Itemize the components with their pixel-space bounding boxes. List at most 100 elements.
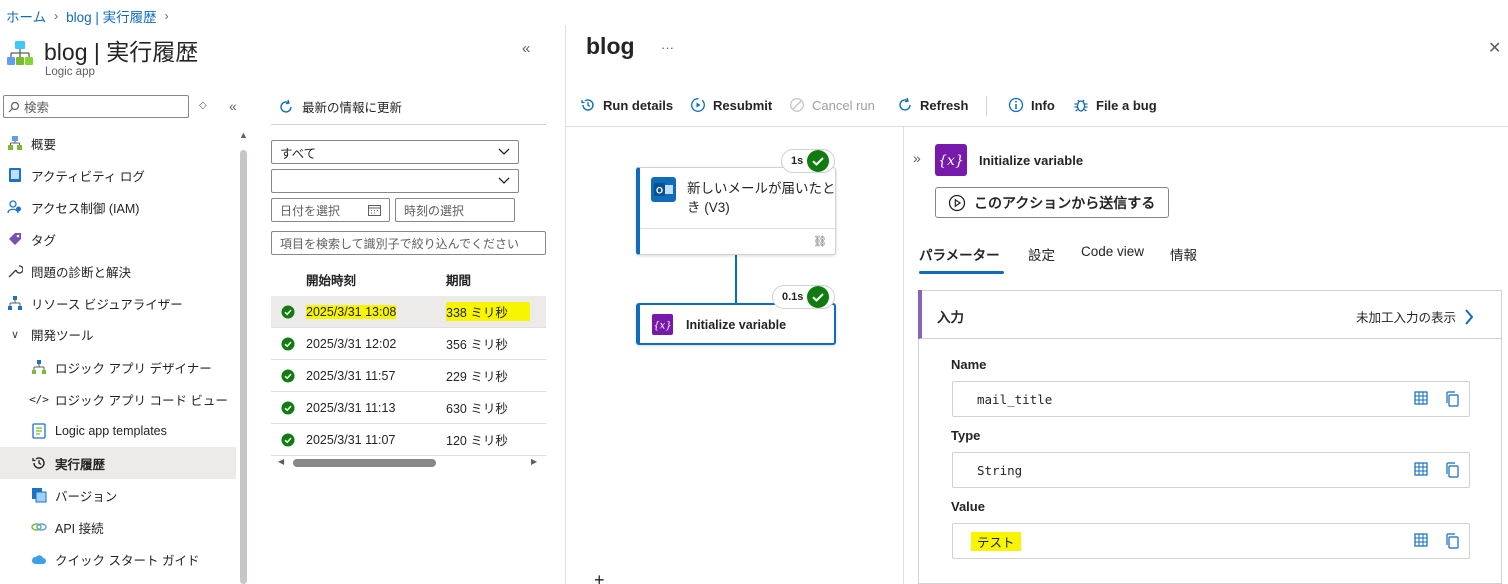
nav-item-visualizer[interactable]: リソース ビジュアライザー bbox=[0, 287, 236, 319]
nav-item-run-history[interactable]: 実行履歴 bbox=[0, 447, 236, 479]
node-footer: ⛓ bbox=[640, 228, 835, 248]
run-duration: 338 ミリ秒 bbox=[446, 302, 530, 321]
nav-item-code-view[interactable]: </> ロジック アプリ コード ビュー bbox=[0, 383, 236, 415]
refresh-icon bbox=[278, 99, 294, 115]
table-view-icon[interactable] bbox=[1414, 462, 1428, 478]
show-raw-inputs-link[interactable]: 未加工入力の表示 bbox=[1356, 307, 1474, 326]
trigger-title: 新しいメールが届いたとき (V3) bbox=[687, 181, 836, 215]
calendar-icon bbox=[368, 204, 381, 216]
history-icon bbox=[30, 454, 48, 472]
time-placeholder: 時刻の選択 bbox=[404, 203, 465, 218]
chevron-down-icon: ∨ bbox=[10, 328, 20, 341]
initialize-variable-node[interactable]: {x} Initialize variable bbox=[636, 303, 836, 345]
variable-icon: {x} bbox=[652, 314, 673, 335]
trigger-node[interactable]: O 新しいメールが届いたとき (V3) ⛓ bbox=[636, 167, 836, 255]
trigger-duration: 1s bbox=[791, 155, 804, 167]
add-step-button[interactable]: + bbox=[594, 570, 605, 584]
time-picker[interactable]: 時刻の選択 bbox=[395, 198, 515, 222]
run-search-input[interactable]: 項目を検索して識別子で絞り込んでください bbox=[271, 231, 546, 255]
tab-info[interactable]: 情報 bbox=[1170, 244, 1197, 264]
double-chevron-left-icon[interactable]: « bbox=[229, 98, 237, 114]
svg-text:{x}: {x} bbox=[653, 321, 671, 332]
table-row[interactable]: 2025/3/31 12:02 356 ミリ秒 bbox=[271, 328, 546, 360]
copy-icon[interactable] bbox=[1445, 391, 1459, 407]
copy-icon[interactable] bbox=[1445, 462, 1459, 478]
table-view-icon[interactable] bbox=[1414, 533, 1428, 549]
column-header-duration[interactable]: 期間 bbox=[446, 270, 471, 289]
nav-item-diagnose[interactable]: 問題の診断と解決 bbox=[0, 255, 236, 287]
nav-label: クイック スタート ガイド bbox=[55, 553, 200, 568]
cancel-icon bbox=[789, 97, 805, 113]
nav-label: 実行履歴 bbox=[55, 457, 106, 472]
search-placeholder: 検索 bbox=[24, 101, 50, 115]
double-chevron-left-icon[interactable]: « bbox=[522, 40, 530, 57]
table-row[interactable]: 2025/3/31 11:07 120 ミリ秒 bbox=[271, 424, 546, 456]
nav-item-tags[interactable]: タグ bbox=[0, 223, 236, 255]
expand-collapse-icon[interactable]: ◇ bbox=[199, 100, 207, 111]
versions-icon bbox=[30, 486, 48, 504]
scroll-up-icon[interactable]: ▲ bbox=[239, 130, 248, 140]
table-row[interactable]: 2025/3/31 11:57 229 ミリ秒 bbox=[271, 360, 546, 392]
play-circle-icon bbox=[948, 194, 966, 212]
close-icon[interactable]: ✕ bbox=[1488, 38, 1501, 58]
link-icon: ⛓ bbox=[813, 236, 827, 248]
nav-group-dev-tools[interactable]: ∨ 開発ツール bbox=[0, 318, 236, 350]
table-view-icon[interactable] bbox=[1414, 391, 1428, 407]
secondary-filter-dropdown[interactable] bbox=[271, 169, 519, 193]
type-field[interactable]: String bbox=[952, 452, 1470, 488]
tab-settings[interactable]: 設定 bbox=[1028, 244, 1055, 264]
status-filter-dropdown[interactable]: すべて bbox=[271, 140, 519, 164]
nav-item-templates[interactable]: Logic app templates bbox=[0, 415, 236, 447]
run-details-button[interactable]: Run details bbox=[580, 97, 673, 113]
copy-icon[interactable] bbox=[1445, 533, 1459, 549]
refresh-button[interactable]: Refresh bbox=[897, 97, 968, 113]
nav-label: バージョン bbox=[55, 489, 118, 504]
value-field[interactable]: テスト bbox=[952, 523, 1470, 559]
more-options-icon[interactable]: ··· bbox=[661, 40, 674, 55]
nav-label: アクティビティ ログ bbox=[31, 169, 145, 184]
table-row[interactable]: 2025/3/31 11:13 630 ミリ秒 bbox=[271, 392, 546, 424]
resubmit-button[interactable]: Resubmit bbox=[690, 97, 772, 113]
nav-label: 開発ツール bbox=[31, 328, 94, 343]
nav-item-designer[interactable]: ロジック アプリ デザイナー bbox=[0, 351, 236, 383]
success-check-icon bbox=[281, 337, 295, 351]
column-header-start-time[interactable]: 開始時刻 bbox=[306, 270, 356, 289]
nav-scrollbar[interactable] bbox=[240, 150, 247, 584]
nav-label: アクセス制御 (IAM) bbox=[31, 201, 140, 216]
nav-item-quickstart[interactable]: クイック スタート ガイド bbox=[0, 543, 236, 575]
nav-item-iam[interactable]: アクセス制御 (IAM) bbox=[0, 191, 236, 223]
search-input[interactable]: 検索 bbox=[3, 95, 189, 118]
pane-divider bbox=[565, 25, 566, 584]
submit-from-action-button[interactable]: このアクションから送信する bbox=[935, 187, 1169, 218]
run-duration: 630 ミリ秒 bbox=[446, 402, 508, 416]
nav-item-overview[interactable]: 概要 bbox=[0, 127, 236, 159]
overview-icon bbox=[6, 134, 24, 152]
breadcrumb-current-link[interactable]: blog | 実行履歴 bbox=[66, 6, 157, 26]
nav-item-api-connections[interactable]: API 接続 bbox=[0, 511, 236, 543]
info-button[interactable]: Info bbox=[1008, 97, 1055, 113]
name-field[interactable]: mail_title bbox=[952, 381, 1470, 417]
logic-app-icon bbox=[6, 40, 34, 68]
scroll-left-icon[interactable]: ◀ bbox=[278, 457, 284, 466]
chevron-right-icon: › bbox=[164, 9, 169, 23]
runs-horizontal-scrollbar[interactable] bbox=[293, 459, 436, 467]
scroll-right-icon[interactable]: ▶ bbox=[531, 457, 537, 466]
table-row[interactable]: 2025/3/31 13:08 338 ミリ秒 bbox=[271, 296, 546, 328]
action-duration: 0.1s bbox=[782, 291, 804, 303]
run-duration: 229 ミリ秒 bbox=[446, 370, 508, 384]
date-picker[interactable]: 日付を選択 bbox=[271, 198, 390, 222]
file-bug-button[interactable]: File a bug bbox=[1073, 97, 1157, 113]
page-subtitle: Logic app bbox=[45, 66, 95, 78]
nav-item-activity-log[interactable]: アクティビティ ログ bbox=[0, 159, 236, 191]
success-check-icon bbox=[281, 369, 295, 383]
refresh-runs-button[interactable]: 最新の情報に更新 bbox=[278, 97, 402, 116]
tab-parameters[interactable]: パラメーター bbox=[919, 244, 1000, 264]
history-icon bbox=[580, 97, 596, 113]
cancel-run-button[interactable]: Cancel run bbox=[789, 97, 875, 113]
breadcrumb-home-link[interactable]: ホーム bbox=[6, 6, 46, 26]
nav-item-versions[interactable]: バージョン bbox=[0, 479, 236, 511]
run-start-time: 2025/3/31 13:08 bbox=[306, 304, 397, 319]
double-chevron-right-icon[interactable]: » bbox=[913, 150, 921, 166]
search-icon bbox=[8, 101, 20, 113]
tab-code-view[interactable]: Code view bbox=[1081, 244, 1144, 259]
